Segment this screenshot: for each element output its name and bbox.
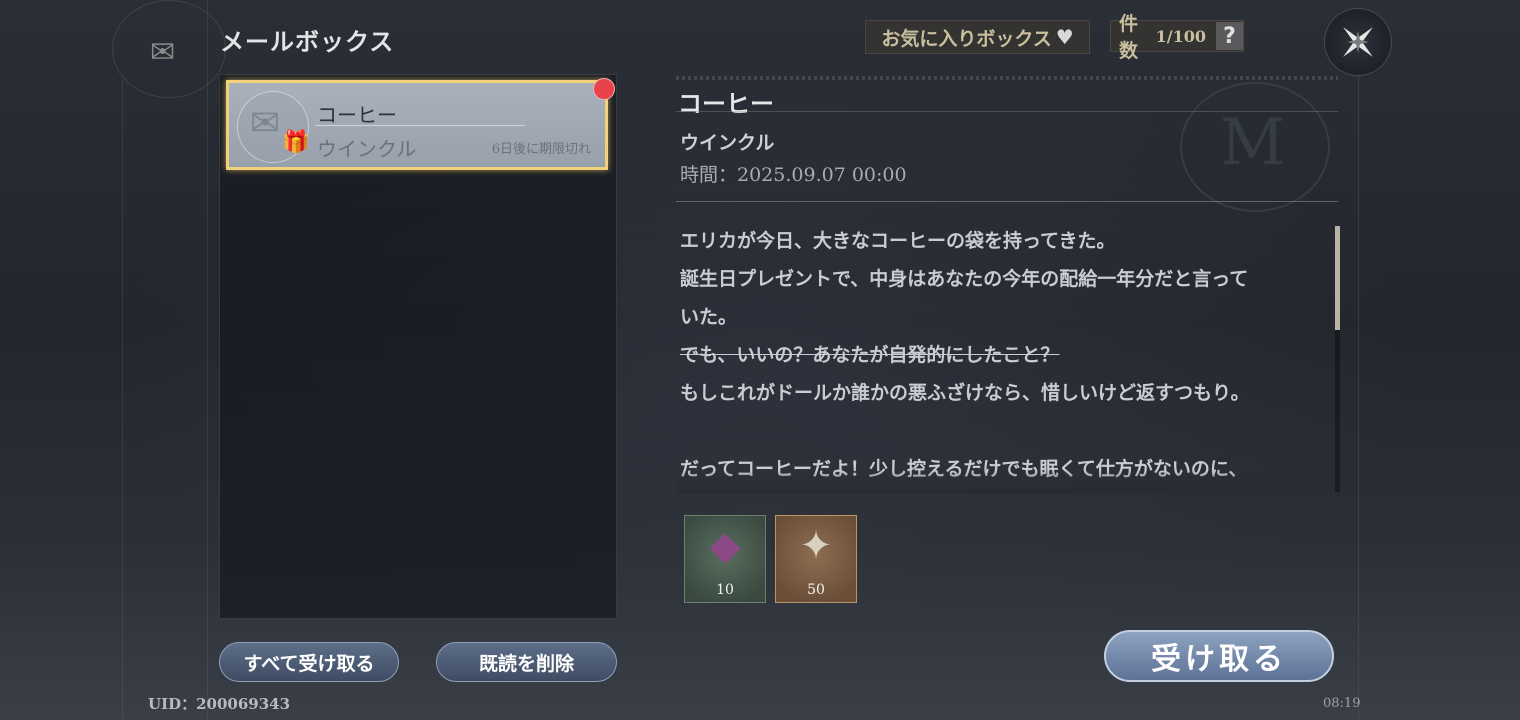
- mail-detail-time: 時間：2025.09.07 00:00: [680, 164, 907, 186]
- heart-icon: ♥: [1055, 25, 1074, 49]
- dark-crystal-icon: ◆: [709, 523, 741, 569]
- close-icon: [1343, 27, 1373, 57]
- unread-indicator: [593, 78, 615, 100]
- divider: [676, 111, 1338, 112]
- mailbox-emblem: ✉: [112, 0, 226, 98]
- mail-body-line: 誕生日プレゼントで、中身はあなたの今年の配給一年分だと言って: [680, 268, 1249, 290]
- mail-body: エリカが今日、大きなコーヒーの袋を持ってきた。 誕生日プレゼントで、中身はあなた…: [680, 222, 1320, 492]
- reward-item[interactable]: ◆ 10: [684, 515, 766, 603]
- reward-item[interactable]: ✦ 50: [775, 515, 857, 603]
- frame-line-inner-left: [207, 0, 208, 720]
- mail-item-subject: コーヒー: [317, 103, 397, 127]
- clock: 08:19: [1323, 696, 1361, 711]
- mail-body-line: エリカが今日、大きなコーヒーの袋を持ってきた。: [680, 230, 1116, 252]
- mail-detail-sender: ウインクル: [680, 132, 775, 154]
- close-button[interactable]: [1324, 8, 1392, 76]
- user-id: UID：200069343: [148, 695, 291, 713]
- mail-item-icon: ✉ 🎁: [237, 91, 309, 163]
- body-fade: [676, 470, 1326, 494]
- receive-button[interactable]: 受け取る: [1104, 630, 1334, 682]
- envelope-icon: ✉: [250, 103, 281, 144]
- frame-line-left: [122, 80, 123, 720]
- mail-count-label: 件数: [1119, 13, 1139, 62]
- page-title: メールボックス: [220, 27, 395, 56]
- mail-detail-subject: コーヒー: [678, 89, 774, 118]
- divider: [676, 201, 1338, 202]
- mail-list-item[interactable]: ✉ 🎁 コーヒー ウインクル 6日後に期限切れ: [226, 80, 608, 170]
- favorites-box-button[interactable]: お気に入りボックス ♥: [865, 20, 1090, 54]
- silver-star-emblem-icon: ✦: [799, 523, 833, 569]
- divider: [315, 125, 525, 126]
- reward-quantity: 50: [807, 582, 825, 598]
- emblem-watermark: M: [1180, 82, 1330, 212]
- mail-count-value: 1/100: [1155, 26, 1207, 46]
- mail-item-sender: ウインクル: [317, 137, 417, 161]
- favorites-box-label: お気に入りボックス: [881, 27, 1052, 50]
- mail-count: 件数 1/100 ?: [1110, 13, 1244, 62]
- help-button[interactable]: ?: [1216, 22, 1243, 50]
- claim-all-button[interactable]: すべて受け取る: [219, 642, 399, 682]
- mail-body-scrollbar[interactable]: [1335, 226, 1340, 492]
- frame-line-right: [1358, 60, 1359, 720]
- mail-body-line: [680, 412, 1320, 450]
- gift-icon: 🎁: [282, 130, 310, 155]
- reward-quantity: 10: [716, 582, 734, 598]
- mail-body-line: もしこれがドールか誰かの悪ふざけなら、惜しいけど返すつもり。: [680, 382, 1250, 404]
- scrollbar-thumb[interactable]: [1335, 226, 1340, 330]
- mail-body-line: いた。: [680, 306, 738, 328]
- mail-body-line: でも、いいの？あなたが自発的にしたこと？: [680, 344, 1060, 366]
- delete-read-button[interactable]: 既読を削除: [436, 642, 617, 682]
- envelope-icon: ✉: [150, 35, 176, 70]
- mail-item-expire: 6日後に期限切れ: [491, 142, 591, 157]
- divider: [676, 76, 1338, 80]
